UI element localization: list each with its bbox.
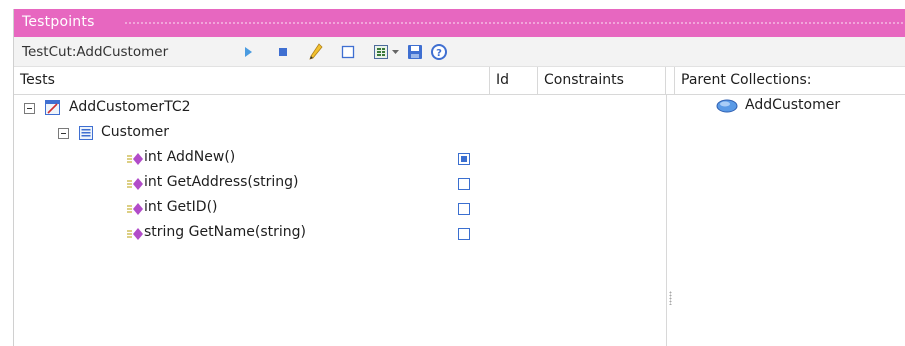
- window-title: Testpoints: [22, 14, 95, 30]
- method-label: string GetName(string): [144, 224, 307, 240]
- method-icon: [127, 203, 143, 215]
- column-header-id[interactable]: Id: [490, 67, 538, 95]
- testcase-label: AddCustomerTC2: [69, 99, 191, 115]
- context-label: TestCut:AddCustomer: [22, 44, 169, 60]
- svg-text:?: ?: [436, 48, 442, 59]
- help-button[interactable]: ?: [429, 42, 449, 62]
- tree-row-class[interactable]: Customer: [14, 122, 664, 146]
- column-header: Tests Id Constraints Parent Collections:: [14, 67, 905, 95]
- titlebar-grip: [124, 21, 905, 26]
- method-icon: [127, 153, 143, 165]
- column-header-tests[interactable]: Tests: [14, 67, 490, 95]
- test-case-icon: [45, 100, 60, 115]
- help-icon: ?: [431, 44, 447, 60]
- parent-collections-pane: AddCustomer: [674, 95, 905, 346]
- report-icon: [374, 45, 388, 59]
- tree-row-method[interactable]: string GetName(string): [14, 222, 664, 246]
- save-button[interactable]: [405, 42, 425, 62]
- column-header-constraints[interactable]: Constraints: [538, 67, 666, 95]
- window-titlebar[interactable]: Testpoints: [14, 9, 905, 37]
- tree-row-method[interactable]: int GetID(): [14, 197, 664, 221]
- dropdown-arrow-icon: [391, 49, 399, 54]
- tests-tree: AddCustomerTC2 Customer int AddNew() int…: [14, 95, 666, 346]
- method-label: int GetID(): [144, 199, 218, 215]
- collapse-toggle-icon[interactable]: [24, 103, 35, 114]
- pencil-icon: [309, 43, 323, 60]
- testpoints-panel: Testpoints TestCut:AddCustomer ? Tests I…: [13, 9, 905, 346]
- run-button[interactable]: [238, 42, 258, 62]
- method-icon: [127, 178, 143, 190]
- tree-row-method[interactable]: int GetAddress(string): [14, 172, 664, 196]
- tree-row-method[interactable]: int AddNew(): [14, 147, 664, 171]
- class-icon: [79, 126, 93, 140]
- select-button[interactable]: [338, 42, 358, 62]
- method-label: int GetAddress(string): [144, 174, 299, 190]
- save-icon: [408, 45, 422, 59]
- splitter-grip-icon: [669, 291, 672, 305]
- report-dropdown-button[interactable]: [389, 42, 401, 62]
- method-icon: [127, 228, 143, 240]
- edit-button[interactable]: [306, 42, 326, 62]
- pane-splitter[interactable]: [666, 95, 674, 346]
- collapse-toggle-icon[interactable]: [58, 128, 69, 139]
- tree-row-testcase[interactable]: AddCustomerTC2: [14, 97, 664, 121]
- run-icon: [245, 47, 252, 57]
- method-checkbox[interactable]: [458, 203, 470, 215]
- method-checkbox[interactable]: [458, 228, 470, 240]
- report-button[interactable]: [371, 42, 391, 62]
- column-header-parent-collections: Parent Collections:: [674, 67, 905, 95]
- method-label: int AddNew(): [144, 149, 236, 165]
- method-checkbox[interactable]: [458, 153, 470, 165]
- stop-icon: [279, 48, 287, 56]
- method-checkbox[interactable]: [458, 178, 470, 190]
- parent-collection-label: AddCustomer: [745, 97, 841, 113]
- stop-button[interactable]: [273, 42, 293, 62]
- class-label: Customer: [101, 124, 170, 140]
- use-case-icon: [716, 99, 738, 113]
- checkbox-icon: [341, 45, 355, 59]
- toolbar: TestCut:AddCustomer ?: [14, 37, 905, 67]
